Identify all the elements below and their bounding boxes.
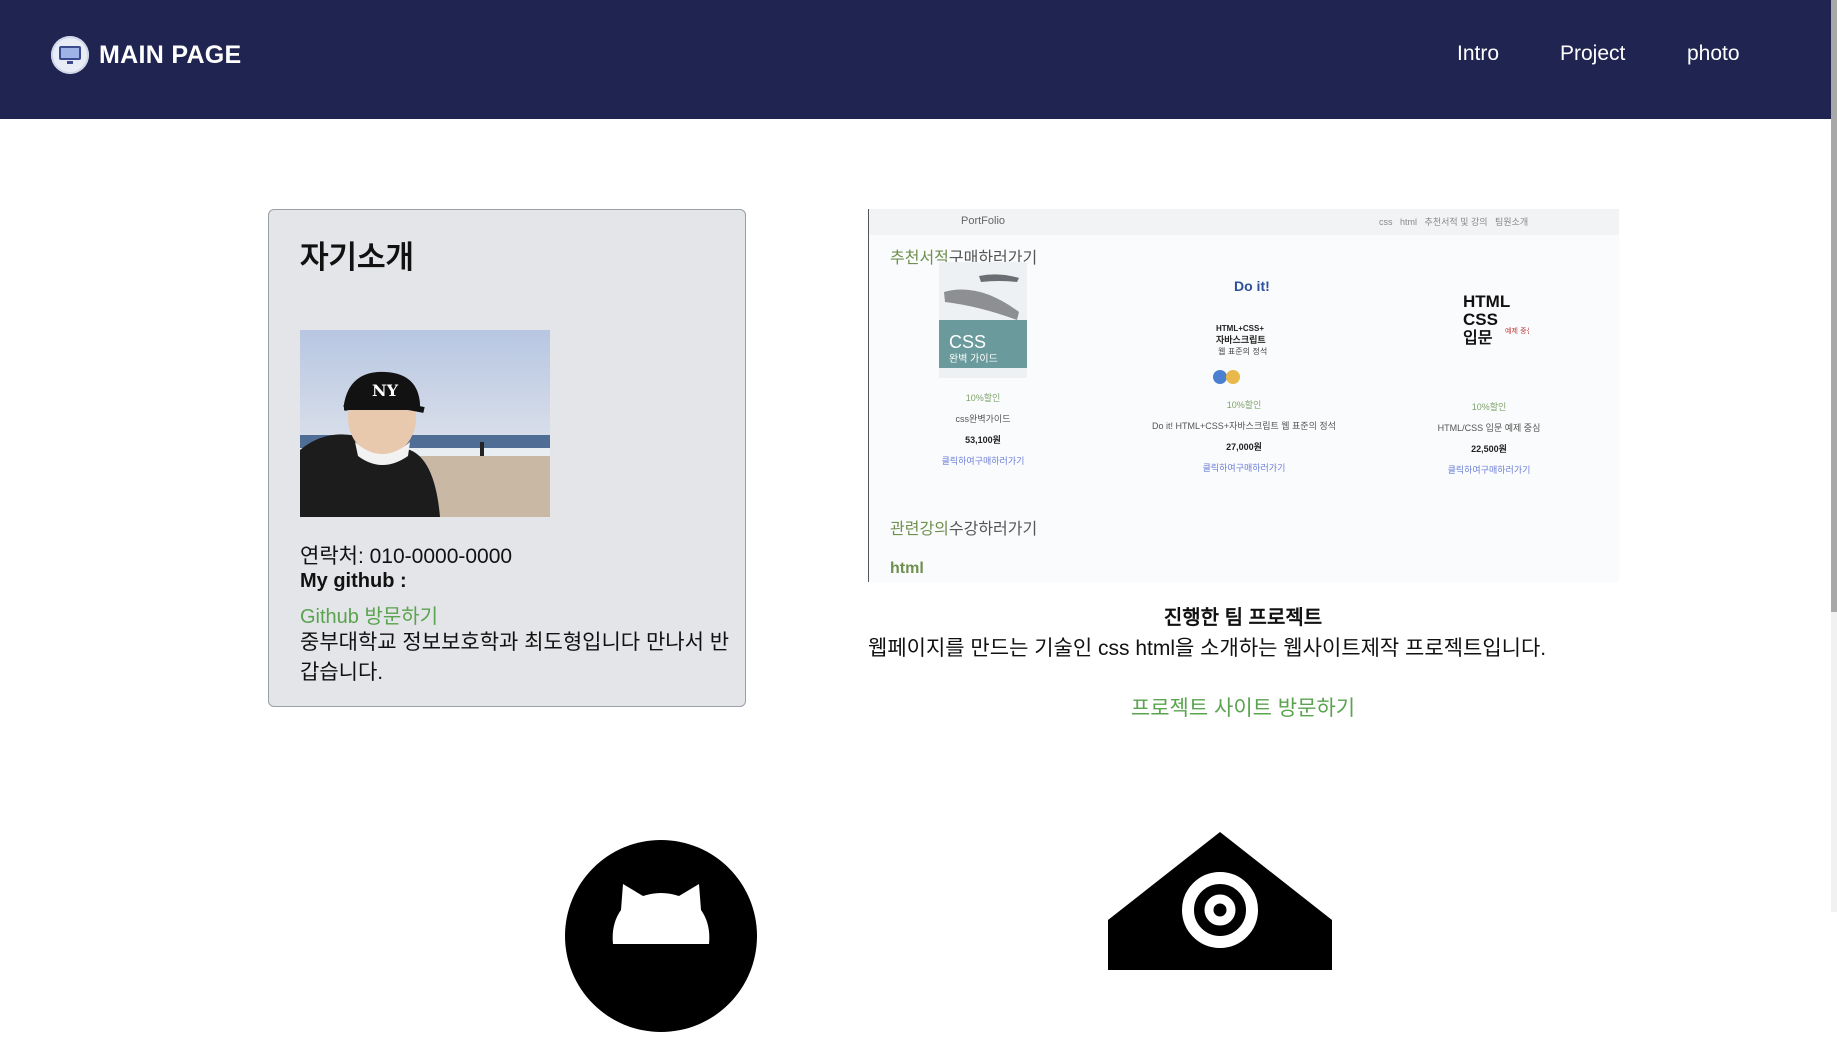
scrollbar-thumb[interactable] (1831, 0, 1837, 612)
bio-text: 중부대학교 정보보호학과 최도형입니다 만나서 반갑습니다. (300, 631, 730, 684)
site-logo-icon (51, 36, 89, 74)
preview-buy-link: 클릭하여구매하러가기 (1447, 465, 1531, 475)
brand-title: MAIN PAGE (99, 40, 242, 69)
github-label: My github : (300, 570, 407, 592)
profile-photo: NY (300, 330, 550, 517)
project-description: 웹페이지를 만드는 기술인 css html을 소개하는 웹사이트제작 프로젝트… (868, 637, 1547, 660)
github-link[interactable]: Github 방문하기 (300, 600, 438, 629)
svg-text:CSS: CSS (949, 332, 986, 352)
preview-menu-item: html (1400, 217, 1418, 227)
preview-menu-item: css (1379, 217, 1393, 227)
preview-buy-link: 클릭하여구매하러가기 (941, 456, 1025, 466)
nav-photo[interactable]: photo (1687, 42, 1740, 66)
nav-project[interactable]: Project (1560, 42, 1625, 66)
preview-buy-link: 클릭하여구매하러가기 (1202, 463, 1286, 473)
book-cover-css: CSS 완벽 가이드 (939, 262, 1027, 378)
preview-book-1: CSS 완벽 가이드 10%할인 css완벽가이드 53,100원 클릭하여구매… (898, 262, 1068, 467)
preview-book-3: HTML CSS 입문 예제 중심 10%할인 HTML/CSS 입문 예제 중… (1389, 271, 1589, 476)
book-cover-htmlcss: HTML CSS 입문 예제 중심 (1449, 271, 1533, 387)
intro-card: 자기소개 NY 연락처: 010-0000-0000 My github : G… (268, 209, 746, 707)
project-heading: 진행한 팀 프로젝트 (1163, 607, 1323, 629)
preview-book-2: Do it! HTML+CSS+ 자바스크립트 웹 표준의 정석 10%할인 D… (1129, 269, 1359, 474)
svg-text:Do it!: Do it! (1234, 278, 1270, 294)
page-scrollbar[interactable] (1831, 0, 1837, 912)
preview-menu-item: 팀원소개 (1495, 217, 1529, 227)
svg-text:완벽 가이드: 완벽 가이드 (949, 353, 998, 365)
brand[interactable]: MAIN PAGE (51, 35, 242, 75)
mail-icon[interactable] (1108, 830, 1332, 970)
top-navbar: MAIN PAGE Intro Project photo (0, 0, 1831, 119)
svg-text:예제 중심: 예제 중심 (1505, 326, 1529, 335)
book-cover-doit: Do it! HTML+CSS+ 자바스크립트 웹 표준의 정석 (1204, 269, 1284, 385)
svg-text:자바스크립트: 자바스크립트 (1216, 334, 1266, 346)
nav-intro[interactable]: Intro (1457, 42, 1499, 66)
preview-lecture-section: 관련강의수강하러가기 (890, 521, 1038, 538)
preview-menu-item: 추천서적 및 강의 (1424, 217, 1488, 227)
contact-text: 연락처: 010-0000-0000 (300, 545, 513, 568)
svg-text:HTML: HTML (1463, 292, 1510, 311)
intro-title: 자기소개 (300, 240, 415, 275)
svg-text:입문: 입문 (1463, 328, 1493, 347)
svg-text:HTML+CSS+: HTML+CSS+ (1216, 324, 1264, 333)
preview-html-label: html (890, 560, 924, 577)
project-preview-image: PortFolio css html 추천서적 및 강의 팀원소개 추천서적구매… (868, 209, 1619, 582)
github-icon[interactable] (565, 840, 757, 1032)
svg-text:NY: NY (372, 381, 399, 400)
preview-header: PortFolio css html 추천서적 및 강의 팀원소개 (869, 209, 1619, 235)
project-site-link[interactable]: 프로젝트 사이트 방문하기 (868, 692, 1618, 722)
preview-brand: PortFolio (961, 215, 1006, 227)
svg-text:CSS: CSS (1463, 310, 1498, 329)
preview-menu: css html 추천서적 및 강의 팀원소개 (1379, 215, 1528, 228)
svg-text:웹 표준의 정석: 웹 표준의 정석 (1218, 346, 1267, 356)
